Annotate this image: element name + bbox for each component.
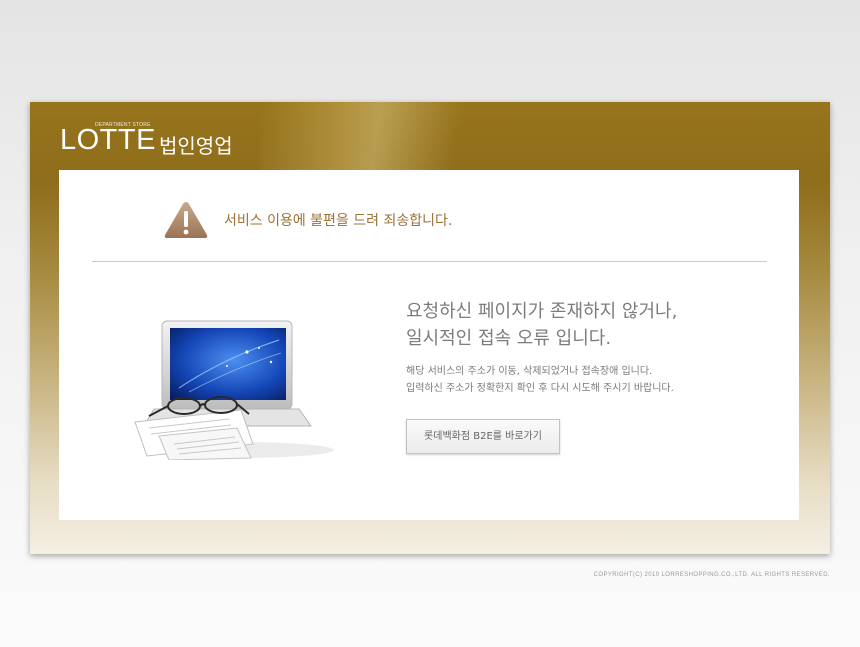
logo-korean-title: 법인영업 <box>159 134 233 158</box>
error-frame: DEPARTMENT STORE LOTTE 법인영업 서비스 이용에 불편을 … <box>30 102 830 554</box>
logo-wordmark: LOTTE <box>60 124 156 156</box>
error-detail-line-1: 해당 서비스의 주소가 이동, 삭제되었거나 접속장애 입니다. <box>406 366 653 377</box>
error-detail: 해당 서비스의 주소가 이동, 삭제되었거나 접속장애 입니다. 입력하신 주소… <box>406 363 674 397</box>
error-message: 요청하신 페이지가 존재하지 않거나, 일시적인 접속 오류 입니다. <box>406 298 677 352</box>
error-message-line-2: 일시적인 접속 오류 입니다. <box>406 328 612 349</box>
laptop-with-glasses-icon <box>134 320 334 460</box>
error-message-line-1: 요청하신 페이지가 존재하지 않거나, <box>406 301 678 322</box>
error-detail-line-2: 입력하신 주소가 정확한지 확인 후 다시 시도해 주시기 바랍니다. <box>406 383 674 394</box>
warning-icon <box>164 202 208 238</box>
content-panel: 서비스 이용에 불편을 드려 죄송합니다. 요청하신 페이지가 존재하지 않거나… <box>59 170 799 520</box>
notice-title: 서비스 이용에 불편을 드려 죄송합니다. <box>224 213 453 229</box>
copyright-text: COPYRIGHT(C) 2010 LORRESHOPPING.CO.,LTD.… <box>593 572 830 578</box>
go-to-b2e-button[interactable]: 롯데백화점 B2E를 바로가기 <box>406 419 560 454</box>
divider <box>92 261 767 262</box>
